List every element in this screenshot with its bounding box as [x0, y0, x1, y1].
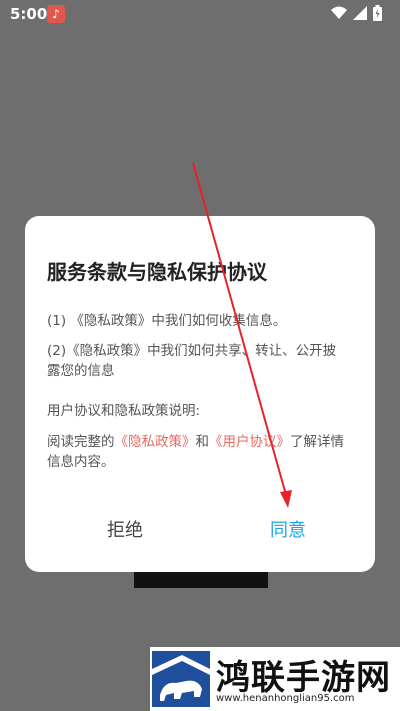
policy-item-share: (2)《隐私政策》中我们如何共享、转让、公开披露您的信息 [47, 343, 337, 379]
watermark: 鸿联手游网 www.henanhonglian95.com [150, 647, 400, 711]
watermark-title: 鸿联手游网 [216, 658, 391, 698]
wifi-icon [331, 6, 347, 19]
note-prefix: 阅读完整的 [47, 434, 115, 450]
user-agreement-link[interactable]: 《用户协议》 [209, 434, 290, 450]
music-app-icon: ♪ [47, 5, 65, 23]
watermark-url: www.henanhonglian95.com [216, 693, 355, 704]
policy-item-collect: (1) 《隐私政策》中我们如何收集信息。 [47, 313, 287, 329]
policy-note-label: 用户协议和隐私政策说明: [47, 403, 201, 419]
reject-button[interactable]: 拒绝 [80, 516, 170, 546]
dialog-title: 服务条款与隐私保护协议 [47, 260, 267, 284]
signal-icon [353, 6, 367, 20]
policy-note: 阅读完整的《隐私政策》和《用户协议》了解详情信息内容。 [47, 432, 355, 472]
note-and: 和 [195, 434, 210, 450]
agree-button[interactable]: 同意 [243, 516, 333, 546]
site-logo-icon [152, 651, 210, 707]
terms-dialog: 服务条款与隐私保护协议 (1) 《隐私政策》中我们如何收集信息。 (2)《隐私政… [25, 216, 375, 572]
battery-icon [373, 5, 382, 21]
status-icons [331, 5, 382, 21]
status-time: 5:00 [10, 5, 48, 23]
privacy-policy-link[interactable]: 《隐私政策》 [115, 434, 196, 450]
status-bar: 5:00 ♪ [0, 0, 400, 28]
